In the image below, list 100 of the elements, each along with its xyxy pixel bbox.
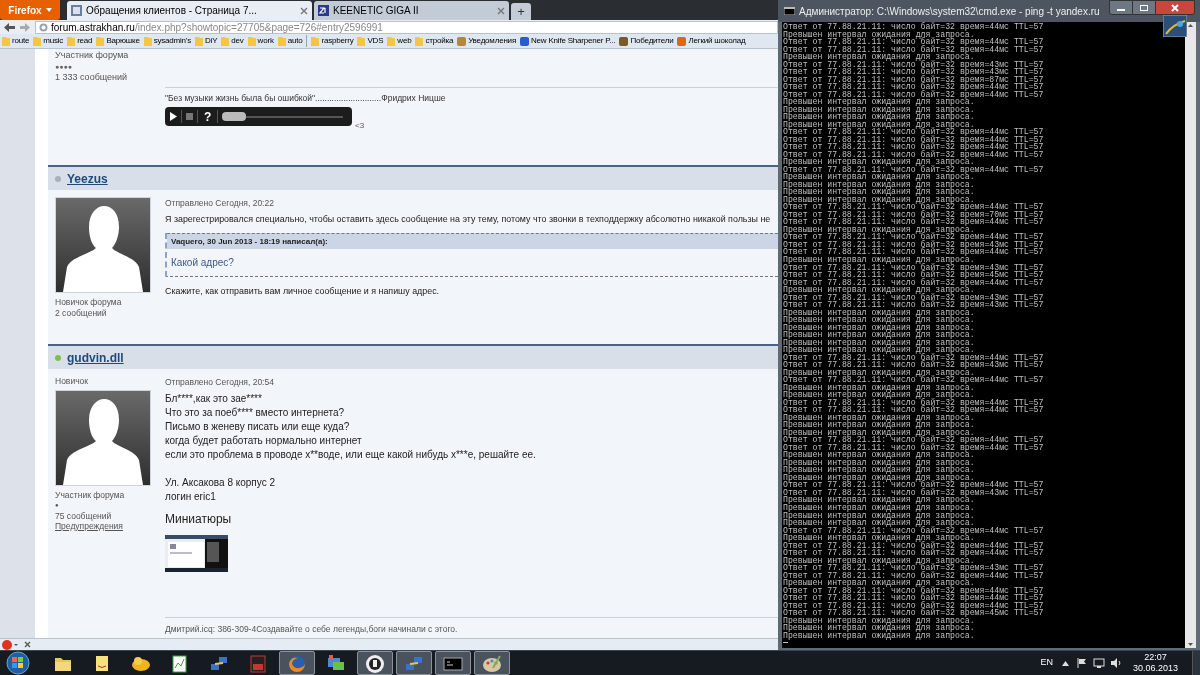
console-line: Превышен интервал ожидания для запроса.	[783, 519, 975, 527]
volume-icon[interactable]	[1110, 658, 1123, 668]
new-tab-button[interactable]: +	[511, 3, 531, 20]
console-line: Ответ от 77.88.21.11: число байт=32 время=43мс TTL=57	[783, 361, 1045, 369]
bookmark-item[interactable]: dev	[221, 35, 244, 47]
site-icon	[318, 5, 329, 16]
bookmark-item[interactable]: work	[247, 35, 274, 47]
bookmark-item[interactable]: route	[2, 35, 30, 47]
minimize-button[interactable]	[1109, 0, 1133, 15]
console-line: Превышен интервал ожидания для запроса.	[783, 256, 975, 264]
bookmark-item[interactable]: sysadmin's	[143, 35, 191, 47]
console-line: Ответ от 77.88.21.11: число байт=32 время=43мс TTL=57	[783, 564, 1045, 572]
message-text: Я зарегестрировался специально, чтобы оставить здесь сообщение на эту тему, потому что звонки в техподдержку абсолютно никакой пользы не	[165, 213, 771, 225]
message-text: Скажите, как отправить вам личное сообщение и я напишу адрес.	[165, 285, 440, 297]
bookmark-item[interactable]: DiY	[195, 35, 218, 47]
console-line: Превышен интервал ожидания для запроса.	[783, 331, 976, 339]
console-line: Превышен интервал ожидания для запроса.	[783, 421, 976, 429]
console-line: Превышен интервал ожидания для запроса.	[783, 624, 976, 632]
console-line: Ответ от 77.88.21.11: число байт=32 время=43мс TTL=57	[783, 263, 1045, 271]
folder-icon	[387, 36, 396, 46]
bookmark-item[interactable]: New Knife Sharpener P...	[520, 35, 616, 47]
close-icon[interactable]	[497, 6, 505, 15]
bookmark-item[interactable]: auto	[277, 35, 303, 47]
console-line: Ответ от 77.88.21.11: число байт=32 время=44мс TTL=57	[783, 443, 1045, 452]
taskbar-app-button[interactable]	[435, 651, 471, 675]
console-line: Ответ от 77.88.21.11: число байт=32 время=44мс TTL=57	[783, 45, 1045, 54]
console-line: Ответ от 77.88.21.11: число байт=32 время=44мс TTL=57	[783, 90, 1045, 99]
bookmark-item[interactable]: Варюшке	[96, 35, 140, 47]
close-icon[interactable]	[24, 641, 31, 648]
console-line: Превышен интервал ожидания для запроса.	[783, 316, 976, 324]
console-line: Превышен интервал ожидания для запроса.	[783, 346, 975, 354]
author-link[interactable]: Yeezus	[67, 169, 108, 188]
console-line: Ответ от 77.88.21.11: число байт=32 время=44мс TTL=57	[783, 601, 1045, 610]
console-line: Ответ от 77.88.21.11: число байт=32 время=44мс TTL=57	[783, 406, 1045, 414]
message-text: Бл****,как это зае****	[165, 392, 263, 406]
clock[interactable]: 22:07 30.06.2013	[1132, 652, 1178, 674]
bookmark-item[interactable]: стройка	[415, 35, 454, 47]
console-line: Ответ от 77.88.21.11: число байт=32 время=43мс TTL=57	[783, 301, 1045, 309]
window-title: Администратор: C:\Windows\system32\cmd.exe - ping -t yandex.ru	[799, 4, 1101, 19]
bookmark-item[interactable]: Уведомления	[457, 35, 516, 47]
bookmark-item[interactable]: read	[67, 35, 93, 47]
folder-icon	[67, 36, 76, 46]
message-text: когда будет работать нормально интернет	[165, 434, 363, 448]
console-icon	[784, 7, 795, 15]
gadget-icon[interactable]	[1163, 15, 1187, 37]
seek-slider[interactable]	[222, 115, 343, 118]
back-icon[interactable]	[4, 22, 15, 32]
console-line: Превышен интервал ожидания для запроса.	[783, 323, 976, 332]
folder-icon	[357, 36, 366, 46]
message-text: Письмо в женеву писать или еще куда?	[165, 420, 351, 434]
console-line: Превышен интервал ожидания для запроса.	[783, 286, 975, 294]
console-line: Превышен интервал ожидания для запроса.	[783, 511, 976, 520]
console-line: Превышен интервал ожидания для запроса.	[783, 466, 976, 474]
console-line: Ответ от 77.88.21.11: число байт=32 время=44мс TTL=57	[783, 128, 1045, 136]
bookmark-item[interactable]: Победители	[619, 35, 674, 47]
language-indicator[interactable]: EN	[1040, 656, 1053, 670]
bookmark-item[interactable]: web	[387, 35, 412, 47]
folder-icon	[277, 36, 286, 46]
message-text: Ул. Аксакова 8 корпус 2	[165, 476, 276, 490]
console-line: Превышен интервал ожидания для запроса.	[783, 383, 975, 392]
folder-icon	[2, 36, 10, 46]
bookmark-item[interactable]: VDS	[357, 35, 384, 47]
console-line: Превышен интервал ожидания для запроса.	[783, 158, 975, 166]
console-line: Ответ от 77.88.21.11: число байт=32 время=44мс TTL=57	[783, 594, 1045, 602]
show-hidden-icons-icon[interactable]	[1061, 660, 1069, 666]
console-line: Превышен интервал ожидания для запроса.	[783, 338, 976, 347]
bookmark-item[interactable]: raspberry	[311, 35, 354, 47]
message-text: Что это за поеб**** вместо интернета?	[165, 406, 346, 420]
author-link[interactable]: gudvin.dll	[67, 348, 124, 367]
folder-icon	[221, 36, 230, 46]
warnings-link[interactable]: Предупреждения	[55, 521, 165, 532]
start-button[interactable]	[4, 651, 32, 675]
quote-text: Какой адрес?	[170, 256, 235, 270]
close-button[interactable]	[1155, 0, 1195, 15]
flag-icon[interactable]	[1076, 658, 1087, 668]
bookmark-item[interactable]: Легкий шоколад	[677, 35, 746, 47]
browser-tab[interactable]: Обращения клиентов - Страница 7...	[67, 1, 312, 20]
console-line: Ответ от 77.88.21.11: число байт=32 время=44мс TTL=57	[783, 278, 1045, 287]
console-line: Превышен интервал ожидания для запроса.	[783, 616, 975, 625]
address-bar[interactable]: forum.astrakhan.ru/index.php?showtopic=27705&page=726#entry2596991	[35, 20, 778, 34]
taskbar-app-button[interactable]	[357, 651, 393, 675]
help-button[interactable]: ?	[202, 109, 214, 124]
post-date: Отправлено Сегодня, 20:54	[165, 377, 275, 387]
network-icon[interactable]	[1092, 658, 1105, 668]
bookmark-item[interactable]: music	[33, 35, 64, 47]
console-line: Превышен интервал ожидания для запроса.	[783, 391, 975, 399]
console-line: Ответ от 77.88.21.11: число байт=32 время=44мс TTL=57	[783, 23, 1045, 31]
console-line: Ответ от 77.88.21.11: число байт=32 время=44мс TTL=57	[783, 376, 1045, 384]
maximize-button[interactable]	[1133, 0, 1155, 15]
console-line: Ответ от 77.88.21.11: число байт=32 время=43мс TTL=57	[783, 488, 1045, 497]
signature-text: Дмитрий.icq: 386-309-4Создавайте о себе легенды,боги начинали с этого.	[165, 624, 459, 634]
adblock-icon[interactable]	[2, 639, 18, 650]
play-icon[interactable]	[169, 112, 177, 121]
console-line: Превышен интервал ожидания для запроса.	[783, 504, 976, 512]
console-line: Ответ от 77.88.21.11: число байт=32 время=44мс TTL=57	[783, 150, 1045, 159]
scroll-down-icon[interactable]	[1185, 640, 1196, 648]
console-line: Превышен интервал ожидания для запроса.	[783, 496, 975, 504]
close-icon[interactable]	[300, 6, 308, 15]
browser-tab[interactable]: KEENETIC GIGA II	[314, 1, 509, 20]
folder-icon	[247, 36, 256, 46]
